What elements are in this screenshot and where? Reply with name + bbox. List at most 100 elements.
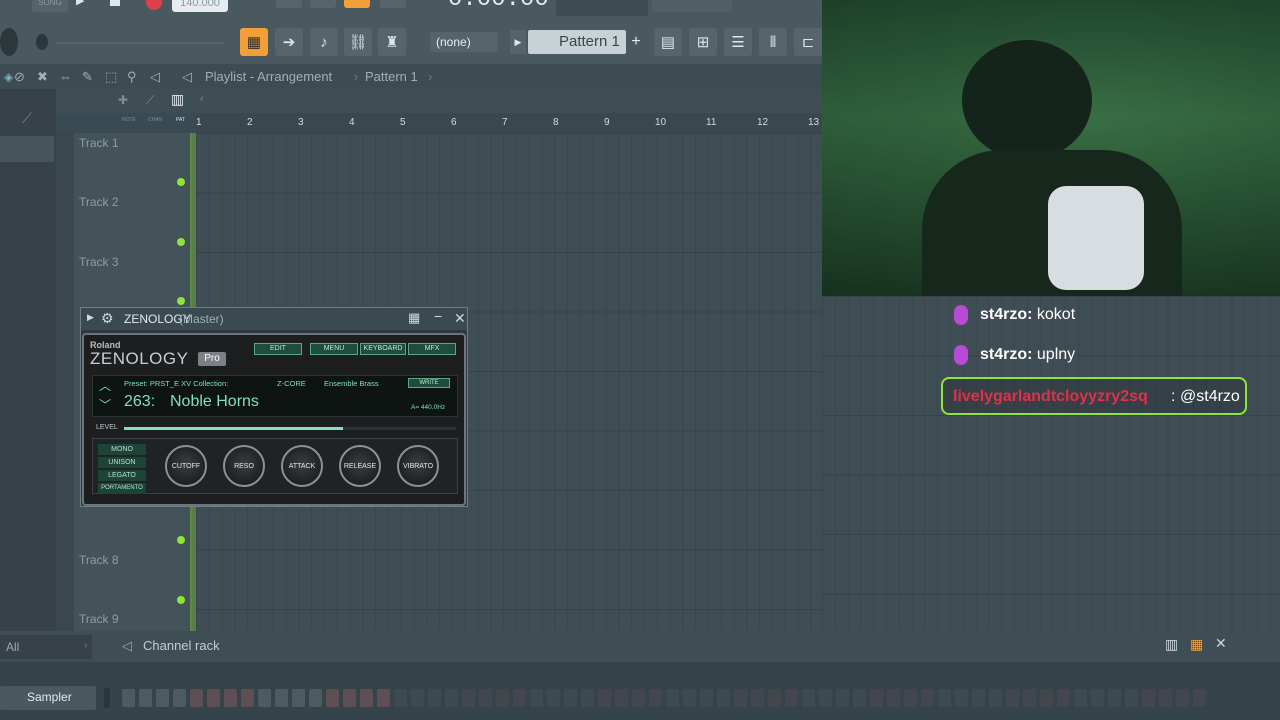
stop-button[interactable] xyxy=(110,0,120,6)
paint-icon[interactable]: ✎ xyxy=(82,69,93,85)
step-button[interactable] xyxy=(1142,689,1155,707)
track-mute-led[interactable] xyxy=(177,536,185,544)
channel-filter-dropdown[interactable]: All › xyxy=(0,635,92,659)
step-button[interactable] xyxy=(632,689,645,707)
portamento-button[interactable]: PORTAMENTO xyxy=(98,483,146,494)
step-button[interactable] xyxy=(292,689,305,707)
step-button[interactable] xyxy=(360,689,373,707)
plugin-titlebar[interactable]: ▶ ⚙ ZENOLOGY (Master) ▦ − ✕ xyxy=(81,308,467,330)
step-button[interactable] xyxy=(1040,689,1053,707)
select-icon[interactable]: ⬚ xyxy=(105,69,117,85)
step-button[interactable] xyxy=(1074,689,1087,707)
graph-editor-icon[interactable]: ▥ xyxy=(1165,636,1178,653)
pattern-mode-icon[interactable]: ▥ xyxy=(171,91,184,108)
step-button[interactable] xyxy=(479,689,492,707)
close-icon[interactable]: ✕ xyxy=(1215,635,1227,652)
track-scroll[interactable] xyxy=(56,133,74,631)
browser-selected-item[interactable] xyxy=(0,136,54,162)
step-button[interactable] xyxy=(156,689,169,707)
track-mute-led[interactable] xyxy=(177,178,185,186)
track-mute-led[interactable] xyxy=(177,297,185,305)
step-button[interactable] xyxy=(224,689,237,707)
step-button[interactable] xyxy=(1193,689,1206,707)
loop-record-toggle[interactable] xyxy=(380,0,406,8)
channel-button[interactable]: Sampler xyxy=(0,686,96,710)
write-button[interactable]: WRITE xyxy=(408,378,450,388)
grid-icon[interactable]: ▦ xyxy=(408,310,420,326)
pencil-icon[interactable]: ⟋ xyxy=(22,110,32,127)
step-button[interactable] xyxy=(1125,689,1138,707)
step-button[interactable] xyxy=(989,689,1002,707)
typing-keyboard-toggle[interactable] xyxy=(276,0,302,8)
song-mode-toggle[interactable]: SONG xyxy=(32,0,68,12)
close-icon[interactable]: ✕ xyxy=(454,310,466,327)
step-button[interactable] xyxy=(1091,689,1104,707)
tempo-slider[interactable] xyxy=(56,42,224,44)
step-button[interactable] xyxy=(683,689,696,707)
legato-button[interactable]: LEGATO xyxy=(98,470,146,481)
step-button[interactable] xyxy=(700,689,713,707)
no-entry-icon[interactable]: ⊘ xyxy=(14,69,25,85)
pattern-none-dropdown[interactable]: (none) xyxy=(430,32,498,52)
step-button[interactable] xyxy=(666,689,679,707)
preset-name[interactable]: Noble Horns xyxy=(170,393,259,411)
playlist-window-icon[interactable]: ▤ xyxy=(654,28,682,56)
step-button[interactable] xyxy=(581,689,594,707)
attack-knob[interactable]: ATTACK xyxy=(281,445,323,487)
browser-icon[interactable]: ⊏ xyxy=(794,28,822,56)
step-button[interactable] xyxy=(1006,689,1019,707)
link-icon[interactable]: ⛓ xyxy=(344,28,372,56)
record-button[interactable] xyxy=(146,0,162,10)
edit-button[interactable]: EDIT xyxy=(254,343,302,355)
track-name[interactable]: Track 2 xyxy=(79,195,119,209)
menu-button[interactable]: MENU xyxy=(310,343,358,355)
step-button[interactable] xyxy=(394,689,407,707)
tempo-display[interactable]: 140.000 xyxy=(172,0,228,12)
step-button[interactable] xyxy=(139,689,152,707)
cutoff-knob[interactable]: CUTOFF xyxy=(165,445,207,487)
step-button[interactable] xyxy=(615,689,628,707)
note-mode-icon[interactable]: ✚ xyxy=(118,93,128,107)
channel-select-indicator[interactable] xyxy=(104,688,110,708)
step-button[interactable] xyxy=(734,689,747,707)
playback-icon[interactable]: ◁ xyxy=(150,69,160,85)
master-volume-knob[interactable] xyxy=(0,28,18,56)
step-button[interactable] xyxy=(768,689,781,707)
track-name[interactable]: Track 8 xyxy=(79,553,119,567)
playlist-icon[interactable]: ▦ xyxy=(240,28,268,56)
step-button[interactable] xyxy=(1176,689,1189,707)
piano-roll-window-icon[interactable]: ☰ xyxy=(724,28,752,56)
track-mute-led[interactable] xyxy=(177,238,185,246)
step-button[interactable] xyxy=(530,689,543,707)
step-button[interactable] xyxy=(173,689,186,707)
step-button[interactable] xyxy=(513,689,526,707)
track-name[interactable]: Track 3 xyxy=(79,255,119,269)
channel-mode-icon[interactable]: ⟋ xyxy=(146,93,154,108)
step-button[interactable] xyxy=(547,689,560,707)
step-button[interactable] xyxy=(1159,689,1172,707)
mono-button[interactable]: MONO xyxy=(98,444,146,455)
reso-knob[interactable]: RESO xyxy=(223,445,265,487)
add-pattern-button[interactable]: + xyxy=(628,30,644,54)
step-button[interactable] xyxy=(1108,689,1121,707)
step-button[interactable] xyxy=(496,689,509,707)
step-button[interactable] xyxy=(836,689,849,707)
step-button[interactable] xyxy=(870,689,883,707)
step-button[interactable] xyxy=(1057,689,1070,707)
step-button[interactable] xyxy=(819,689,832,707)
step-button[interactable] xyxy=(955,689,968,707)
step-button[interactable] xyxy=(802,689,815,707)
level-slider[interactable] xyxy=(124,427,456,430)
arrow-icon[interactable]: ➔ xyxy=(275,28,303,56)
close-mute-icon[interactable]: ✖ xyxy=(37,69,48,85)
metronome-toggle[interactable] xyxy=(344,0,370,8)
step-button[interactable] xyxy=(445,689,458,707)
pattern-selector[interactable]: Pattern 1 xyxy=(528,30,626,54)
track-mute-led[interactable] xyxy=(177,596,185,604)
expand-arrow-icon[interactable]: ▶ xyxy=(87,312,94,323)
minimize-icon[interactable]: − xyxy=(434,308,442,324)
piano-roll-icon[interactable]: ♪ xyxy=(310,28,338,56)
timeline-ruler[interactable]: 1 2 3 4 5 6 7 8 9 10 11 12 13 xyxy=(196,113,822,133)
step-button[interactable] xyxy=(649,689,662,707)
step-button[interactable] xyxy=(326,689,339,707)
